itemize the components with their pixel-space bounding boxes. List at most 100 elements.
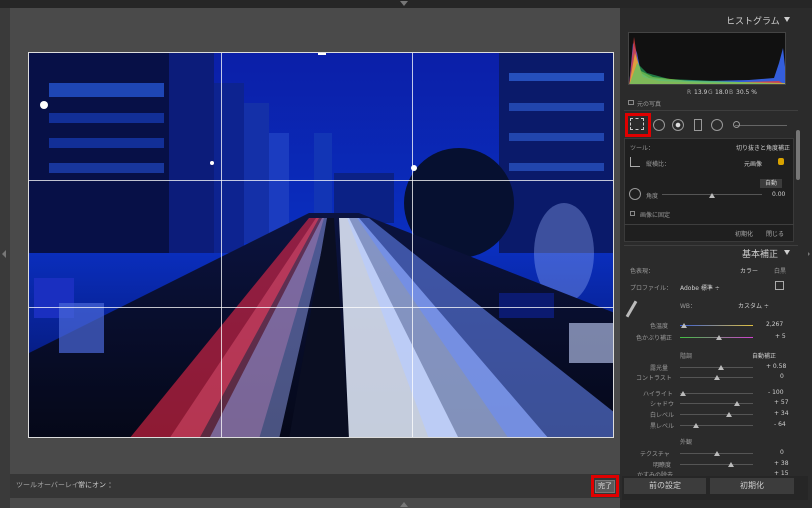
treatment-label: 色表現： <box>630 268 655 275</box>
temp-slider-knob[interactable] <box>681 323 687 328</box>
temp-slider[interactable] <box>680 325 753 326</box>
exposure-slider-knob[interactable] <box>718 365 724 370</box>
shadows-label: シャドウ <box>650 401 675 408</box>
crop-settings-panel <box>624 138 794 242</box>
rgb-r-value: 13.9 <box>694 89 708 96</box>
whites-value[interactable]: + 34 <box>774 410 789 417</box>
texture-value[interactable]: 0 <box>780 449 784 456</box>
original-photo-label: 元の写真 <box>637 101 662 108</box>
tone-label: 階調 <box>680 353 693 360</box>
aspect-label: 縦横比： <box>646 161 671 168</box>
shadows-value[interactable]: + 57 <box>774 399 789 406</box>
tool-label: ツール： <box>630 145 655 152</box>
red-eye-icon[interactable] <box>672 119 684 131</box>
highlights-slider-knob[interactable] <box>680 391 686 396</box>
auto-straighten-button[interactable]: 自動 <box>760 179 782 188</box>
histogram <box>628 32 786 85</box>
constrain-checkbox[interactable] <box>630 211 635 216</box>
angle-value[interactable]: 0.00 <box>772 191 785 198</box>
basic-divider <box>624 245 798 246</box>
angle-slider-knob[interactable] <box>709 193 715 198</box>
profile-browser-icon[interactable] <box>775 281 784 290</box>
clarity-slider-knob[interactable] <box>728 462 734 467</box>
whites-label: 白レベル <box>650 412 675 419</box>
shadows-slider-knob[interactable] <box>734 401 740 406</box>
tint-value[interactable]: + 5 <box>775 333 786 340</box>
done-highlight-box <box>591 475 619 497</box>
highlights-label: ハイライト <box>643 391 673 398</box>
exposure-slider[interactable] <box>680 367 753 368</box>
crop-photo[interactable] <box>28 52 614 438</box>
crop-tool-highlight-box <box>625 113 651 137</box>
basic-title[interactable]: 基本補正 <box>742 247 778 260</box>
straighten-tool-icon[interactable] <box>629 188 641 200</box>
clarity-slider[interactable] <box>680 464 753 465</box>
crop-handle-top[interactable] <box>318 53 326 55</box>
blacks-value[interactable]: - 64 <box>774 421 786 428</box>
previous-settings-button[interactable]: 前の設定 <box>624 478 706 494</box>
profile-select[interactable]: Adobe 標準 ÷ <box>680 283 720 292</box>
crop-grid-vertical-2 <box>412 53 413 437</box>
treatment-color-option[interactable]: カラー <box>740 266 758 275</box>
crop-grid-vertical-1 <box>221 53 222 437</box>
top-panel-toggle-icon[interactable] <box>400 1 408 6</box>
tool-value: 切り抜きと角度補正 <box>736 145 791 152</box>
left-panel-toggle-icon[interactable] <box>2 250 6 258</box>
whites-slider[interactable] <box>680 414 753 415</box>
rgb-b-value: 30.5 % <box>736 89 757 96</box>
clarity-label: 明瞭度 <box>653 462 672 469</box>
wb-select[interactable]: カスタム ÷ <box>738 301 769 310</box>
exposure-label: 露光量 <box>650 365 669 372</box>
crop-settings-divider <box>624 224 794 225</box>
adjustment-brush-slider[interactable] <box>735 125 787 126</box>
highlights-slider[interactable] <box>680 393 753 394</box>
aspect-select[interactable]: 元画像 <box>744 159 762 168</box>
tool-overlay-label: ツールオーバーレイ： <box>16 481 86 489</box>
presence-label: 外観 <box>680 439 693 446</box>
blacks-slider-knob[interactable] <box>693 423 699 428</box>
crop-reset-button[interactable]: 初期化 <box>735 229 753 238</box>
tool-overlay-select[interactable]: 常にオン ： <box>78 480 115 490</box>
rgb-r-label: R <box>687 89 692 96</box>
contrast-slider-knob[interactable] <box>714 375 720 380</box>
histogram-title[interactable]: ヒストグラム <box>726 14 780 27</box>
graduated-filter-icon[interactable] <box>694 119 702 131</box>
basic-collapse-icon[interactable] <box>784 250 790 255</box>
angle-label: 角度 <box>646 193 659 200</box>
contrast-value[interactable]: 0 <box>780 373 784 380</box>
treatment-bw-option[interactable]: 白黒 <box>774 266 786 275</box>
profile-label: プロファイル： <box>630 285 673 292</box>
rgb-b-label: B <box>729 89 734 96</box>
histogram-graph <box>629 37 785 84</box>
radial-filter-icon[interactable] <box>711 119 723 131</box>
wb-label: WB： <box>680 303 697 310</box>
aspect-lock-icon[interactable] <box>778 158 784 165</box>
texture-label: テクスチャ <box>640 451 670 458</box>
temp-value[interactable]: 2,267 <box>766 321 783 328</box>
auto-tone-button[interactable]: 自動補正 <box>752 351 776 360</box>
clarity-value[interactable]: + 38 <box>774 460 789 467</box>
panel-scrollbar[interactable] <box>796 130 800 180</box>
blacks-slider[interactable] <box>680 425 753 426</box>
rgb-g-value: 18.0 <box>715 89 729 96</box>
spot-removal-icon[interactable] <box>653 119 665 131</box>
crop-grid-horizontal-1 <box>29 180 613 181</box>
temp-label: 色温度 <box>650 323 669 330</box>
crop-close-button[interactable]: 閉じる <box>766 229 784 238</box>
reset-button[interactable]: 初期化 <box>710 478 794 494</box>
highlights-value[interactable]: - 100 <box>768 389 784 396</box>
left-panel-strip[interactable] <box>0 8 10 508</box>
tint-label: 色かぶり補正 <box>636 335 673 342</box>
original-photo-checkbox[interactable] <box>628 100 634 105</box>
adjustment-brush-icon[interactable] <box>733 121 740 128</box>
shadows-slider[interactable] <box>680 403 753 404</box>
tool-strip-divider <box>624 110 798 111</box>
exposure-value[interactable]: + 0.58 <box>766 363 786 370</box>
bottom-panel-toggle-icon[interactable] <box>400 502 408 507</box>
blacks-label: 黒レベル <box>650 423 675 430</box>
histogram-collapse-icon[interactable] <box>784 17 790 22</box>
texture-slider-knob[interactable] <box>714 451 720 456</box>
aspect-ratio-icon <box>630 157 640 167</box>
tint-slider-knob[interactable] <box>716 335 722 340</box>
whites-slider-knob[interactable] <box>726 412 732 417</box>
